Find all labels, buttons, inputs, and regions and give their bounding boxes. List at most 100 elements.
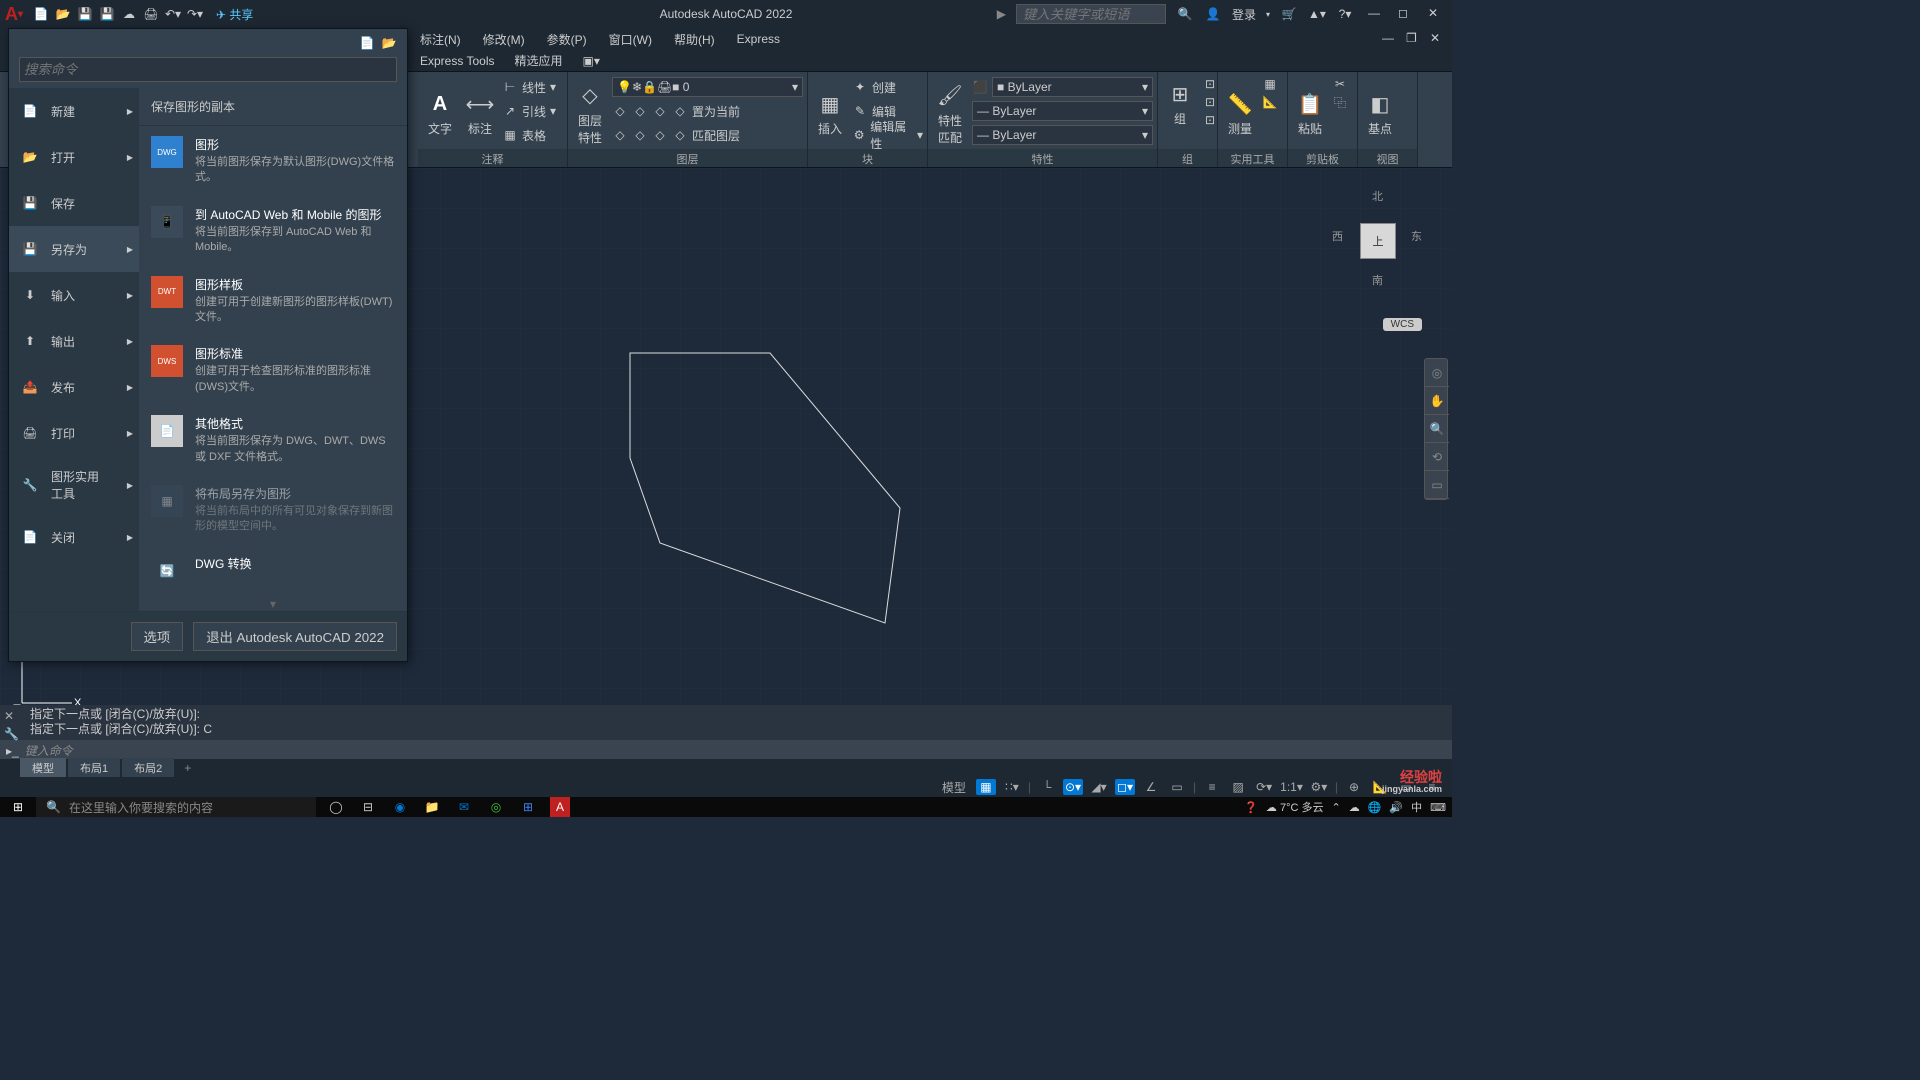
app-icon[interactable]: ◎: [486, 797, 506, 817]
menu-express[interactable]: Express: [737, 32, 780, 46]
layer-tool-icon[interactable]: ◇: [632, 103, 648, 119]
menu-help[interactable]: 帮助(H): [674, 31, 715, 48]
status-cycle-icon[interactable]: ⟳▾: [1254, 779, 1274, 795]
status-transparency-icon[interactable]: ▨: [1228, 779, 1248, 795]
linetype-dropdown[interactable]: — ByLayer▾: [972, 125, 1153, 145]
status-iso-icon[interactable]: ◢▾: [1089, 779, 1109, 795]
menu-import[interactable]: ⬇输入▶: [9, 272, 139, 318]
tab-model[interactable]: 模型: [20, 758, 66, 778]
close-button[interactable]: ✕: [1428, 6, 1444, 22]
group-tool-icon[interactable]: ⊡: [1202, 76, 1218, 92]
doc-close-button[interactable]: ✕: [1430, 31, 1446, 47]
nav-show-icon[interactable]: ▭: [1425, 471, 1449, 499]
menu-new[interactable]: 📄新建▶: [9, 88, 139, 134]
tab-layout1[interactable]: 布局1: [68, 758, 120, 778]
open-icon[interactable]: 📂: [54, 5, 72, 23]
autocad-taskbar-icon[interactable]: A: [550, 797, 570, 817]
tray-volume-icon[interactable]: 🔊: [1389, 801, 1403, 814]
save-icon[interactable]: 💾: [76, 5, 94, 23]
tray-ime-icon[interactable]: ⌨: [1430, 801, 1446, 814]
submenu-other[interactable]: 📄 其他格式将当前图形保存为 DWG、DWT、DWS 或 DXF 文件格式。: [139, 405, 407, 475]
linear-button[interactable]: ⊢线性 ▾: [502, 76, 556, 98]
layer-tool-icon[interactable]: ◇: [652, 103, 668, 119]
set-current-button[interactable]: 置为当前: [692, 103, 740, 120]
task-view-icon[interactable]: ◯: [326, 797, 346, 817]
color-dropdown[interactable]: ■ ByLayer▾: [992, 77, 1153, 97]
status-otrack-icon[interactable]: ▭: [1167, 779, 1187, 795]
copy-icon[interactable]: ⿻: [1332, 94, 1348, 110]
menu-save[interactable]: 💾保存: [9, 180, 139, 226]
panel-annotation[interactable]: 注释: [418, 149, 567, 167]
redo-icon[interactable]: ↷▾: [186, 5, 204, 23]
block-create-button[interactable]: ✦创建: [852, 76, 923, 98]
layer-tool-icon[interactable]: ◇: [612, 127, 628, 143]
user-icon[interactable]: 👤: [1204, 5, 1222, 23]
leader-button[interactable]: ↗引线 ▾: [502, 100, 556, 122]
status-grid-icon[interactable]: ▦: [976, 779, 996, 795]
status-snap-icon[interactable]: ∷▾: [1002, 779, 1022, 795]
menu-window[interactable]: 窗口(W): [609, 31, 652, 48]
text-button[interactable]: A文字: [422, 76, 458, 149]
viewcube-top[interactable]: 上: [1360, 223, 1396, 259]
options-button[interactable]: 选项: [131, 622, 184, 651]
app-logo[interactable]: A▾: [0, 0, 28, 28]
explorer-icon[interactable]: 📁: [422, 797, 442, 817]
minimize-button[interactable]: —: [1368, 6, 1384, 22]
match-props-button[interactable]: 🖌特性 匹配: [932, 76, 968, 149]
taskbar-help-icon[interactable]: ❓: [1244, 801, 1258, 814]
cortana-icon[interactable]: ⊟: [358, 797, 378, 817]
panel-utilities[interactable]: 实用工具: [1218, 149, 1287, 167]
viewcube[interactable]: 北 西 东 南 上: [1332, 188, 1422, 308]
tray-cloud-icon[interactable]: ☁: [1349, 801, 1360, 814]
menu-close[interactable]: 📄关闭▶: [9, 514, 139, 560]
cmd-input[interactable]: 键入命令: [25, 742, 1446, 759]
app-icon[interactable]: ⊞: [518, 797, 538, 817]
menu-publish[interactable]: 📤发布▶: [9, 364, 139, 410]
menu-print[interactable]: 🖨打印▶: [9, 410, 139, 456]
status-lineweight-icon[interactable]: ≡: [1202, 779, 1222, 795]
lineweight-dropdown[interactable]: — ByLayer▾: [972, 101, 1153, 121]
layer-props-button[interactable]: ◇图层 特性: [572, 76, 608, 149]
recent-icon[interactable]: 📄: [359, 35, 375, 51]
share-link[interactable]: ✈ 共享: [216, 6, 253, 23]
group-tool-icon[interactable]: ⊡: [1202, 112, 1218, 128]
mail-icon[interactable]: ✉: [454, 797, 474, 817]
base-button[interactable]: ◧基点: [1362, 76, 1398, 149]
autodesk-icon[interactable]: ▲▾: [1308, 5, 1326, 23]
panel-group[interactable]: 组: [1158, 149, 1217, 167]
cart-icon[interactable]: 🛒: [1280, 5, 1298, 23]
doc-restore-button[interactable]: ❐: [1406, 31, 1422, 47]
insert-button[interactable]: ▦插入: [812, 76, 848, 149]
util-icon[interactable]: 📐: [1262, 94, 1278, 110]
status-gear-icon[interactable]: ⚙▾: [1309, 779, 1329, 795]
submenu-dwg[interactable]: DWG 图形将当前图形保存为默认图形(DWG)文件格式。: [139, 126, 407, 196]
new-icon[interactable]: 📄: [32, 5, 50, 23]
layer-tool-icon[interactable]: ◇: [672, 127, 688, 143]
cut-icon[interactable]: ✂: [1332, 76, 1348, 92]
submenu-web[interactable]: 📱 到 AutoCAD Web 和 Mobile 的图形将当前图形保存到 Aut…: [139, 196, 407, 266]
web-save-icon[interactable]: ☁: [120, 5, 138, 23]
cmd-settings-icon[interactable]: 🔧: [4, 727, 19, 741]
open-icon[interactable]: 📂: [381, 35, 397, 51]
match-layer-button[interactable]: 匹配图层: [692, 127, 740, 144]
tab-layout2[interactable]: 布局2: [122, 758, 174, 778]
start-button[interactable]: ⊞: [0, 797, 36, 817]
menu-search-input[interactable]: [19, 57, 397, 82]
paste-button[interactable]: 📋粘贴: [1292, 76, 1328, 149]
maximize-button[interactable]: ◻: [1398, 6, 1414, 22]
nav-orbit-icon[interactable]: ⟲: [1425, 443, 1449, 471]
status-polar-icon[interactable]: ⊙▾: [1063, 779, 1083, 795]
exit-button[interactable]: 退出 Autodesk AutoCAD 2022: [193, 622, 397, 651]
status-workspace-icon[interactable]: ⊕: [1344, 779, 1364, 795]
status-scale[interactable]: 1:1 ▾: [1280, 779, 1303, 795]
doc-minimize-button[interactable]: —: [1382, 31, 1398, 47]
panel-layer[interactable]: 图层: [568, 149, 807, 167]
menu-open[interactable]: 📂打开▶: [9, 134, 139, 180]
tab-express-tools[interactable]: Express Tools: [420, 54, 494, 68]
group-tool-icon[interactable]: ⊡: [1202, 94, 1218, 110]
panel-view[interactable]: 视图: [1358, 149, 1417, 167]
measure-button[interactable]: 📏测量: [1222, 76, 1258, 149]
weather-widget[interactable]: ☁ 7°C 多云: [1266, 799, 1324, 815]
panel-block[interactable]: 块: [808, 149, 927, 167]
taskbar-search[interactable]: 🔍 在这里输入你要搜索的内容: [36, 797, 316, 817]
